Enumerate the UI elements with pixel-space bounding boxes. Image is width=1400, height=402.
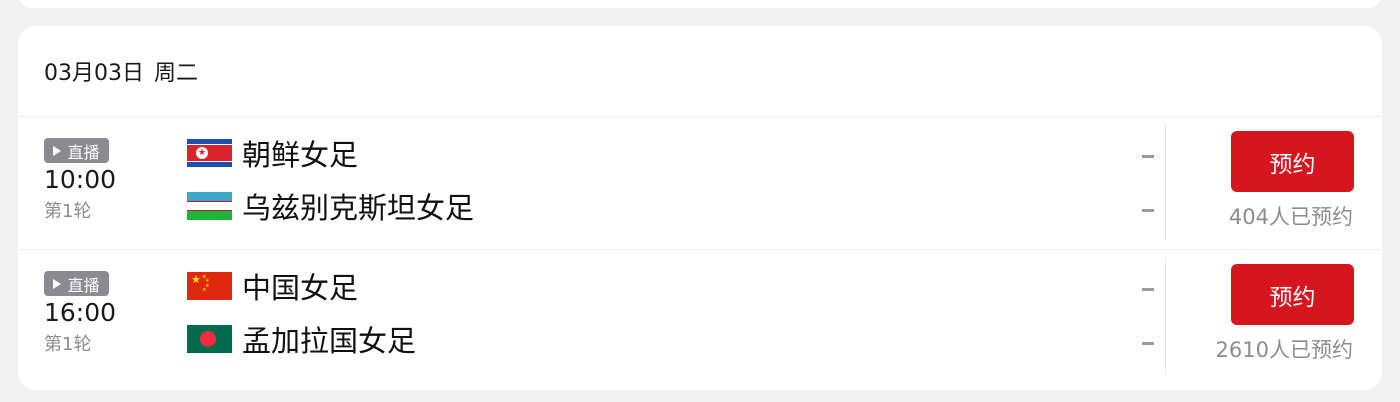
- china-flag-icon: ★ ★ ★ ★ ★: [187, 272, 232, 300]
- away-team[interactable]: 孟加拉国女足: [187, 319, 416, 359]
- live-badge: 直播: [44, 138, 109, 163]
- match-time: 16:00: [44, 298, 117, 327]
- live-badge-label: 直播: [67, 275, 100, 295]
- play-icon: [53, 278, 62, 289]
- match-row[interactable]: 直播 10:00 第1轮 ★ 朝鲜女足 乌兹别克斯坦女足 预约 404人已预约: [18, 117, 1382, 250]
- live-badge: 直播: [44, 271, 109, 296]
- away-team-name: 孟加拉国女足: [242, 324, 417, 358]
- away-team-name: 乌兹别克斯坦女足: [242, 191, 475, 225]
- match-row[interactable]: 直播 16:00 第1轮 ★ ★ ★ ★ ★ 中国女足 孟加拉国女足 预约 26…: [18, 250, 1382, 382]
- match-time: 10:00: [44, 165, 117, 194]
- bangladesh-flag-icon: [187, 325, 232, 353]
- divider: [1165, 125, 1166, 241]
- away-team[interactable]: 乌兹别克斯坦女足: [187, 186, 474, 226]
- reserve-button[interactable]: 预约: [1231, 264, 1354, 325]
- reserve-button[interactable]: 预约: [1231, 131, 1354, 192]
- reserve-count: 404人已预约: [1228, 205, 1353, 229]
- home-team[interactable]: ★ ★ ★ ★ ★ 中国女足: [187, 266, 358, 306]
- date-header: 03月03日 周二: [18, 26, 1382, 117]
- match-round: 第1轮: [44, 334, 92, 355]
- previous-card-edge: [18, 0, 1382, 8]
- north-korea-flag-icon: ★: [187, 139, 232, 167]
- uzbekistan-flag-icon: [187, 192, 232, 220]
- home-score-dash: [1142, 155, 1154, 158]
- reserve-count: 2610人已预约: [1215, 338, 1353, 362]
- home-score-dash: [1142, 288, 1154, 291]
- away-score-dash: [1142, 209, 1154, 212]
- home-team-name: 中国女足: [242, 271, 359, 305]
- home-team[interactable]: ★ 朝鲜女足: [187, 133, 358, 173]
- home-team-name: 朝鲜女足: [242, 138, 359, 172]
- schedule-card: 03月03日 周二 直播 10:00 第1轮 ★ 朝鲜女足 乌兹别克斯坦女足 预…: [18, 26, 1382, 390]
- divider: [1165, 258, 1166, 374]
- away-score-dash: [1142, 342, 1154, 345]
- weekday-label: 周二: [154, 61, 199, 86]
- live-badge-label: 直播: [67, 142, 100, 162]
- play-icon: [53, 145, 62, 156]
- date-label: 03月03日: [44, 61, 144, 86]
- match-round: 第1轮: [44, 201, 92, 222]
